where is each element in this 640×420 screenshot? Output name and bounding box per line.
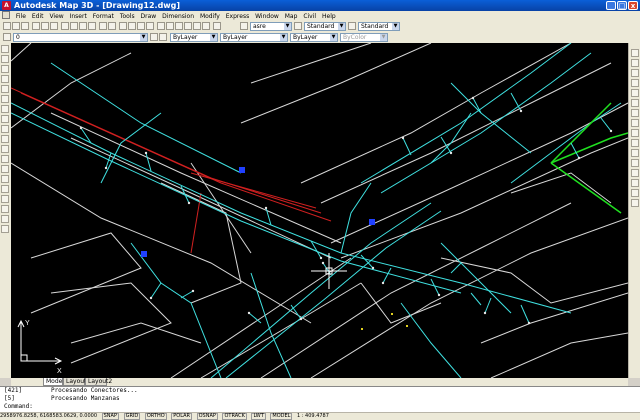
hatch-icon[interactable] (1, 185, 9, 193)
zoom-realtime-icon[interactable] (128, 22, 136, 30)
polyline-icon[interactable] (1, 65, 9, 73)
cut-icon[interactable] (61, 22, 69, 30)
undo-icon[interactable] (99, 22, 107, 30)
drawing-art: Y X (10, 42, 629, 379)
ellipse-icon[interactable] (1, 135, 9, 143)
table-icon[interactable] (1, 215, 9, 223)
erase-icon[interactable] (631, 49, 639, 57)
copy-icon[interactable] (70, 22, 78, 30)
open-icon[interactable] (12, 22, 20, 30)
layout-tabs: Model Layout1 Layout2 (11, 378, 628, 386)
insert-block-icon[interactable] (1, 155, 9, 163)
plotstyle-select[interactable]: ByColor ▼ (340, 33, 388, 42)
gradient-icon[interactable] (1, 195, 9, 203)
dim-style-select[interactable]: Standard ▼ (304, 22, 346, 31)
help-icon[interactable] (213, 22, 221, 30)
layer-select[interactable]: 0 ▼ (13, 33, 148, 42)
window-title: Autodesk Map 3D - [Drawing12.dwg] (14, 1, 181, 10)
circle-icon[interactable] (1, 105, 9, 113)
text-style-icon[interactable] (240, 22, 248, 30)
modify-toolbar (628, 43, 640, 378)
command-history-line: [421] Procesando Conectores... (4, 387, 138, 394)
command-prompt[interactable]: Command: (0, 403, 640, 411)
new-icon[interactable] (3, 22, 11, 30)
scale-icon[interactable] (631, 119, 639, 127)
text-style-select[interactable]: asre ▼ (250, 22, 292, 31)
break-icon[interactable] (631, 159, 639, 167)
construction-line-icon[interactable] (1, 55, 9, 63)
design-center-icon[interactable] (166, 22, 174, 30)
mirror-icon[interactable] (631, 69, 639, 77)
tab-layout1[interactable]: Layout1 (63, 378, 90, 386)
sheet-set-icon[interactable] (184, 22, 192, 30)
publish-icon[interactable] (50, 22, 58, 30)
drawing-canvas[interactable]: Y X (10, 42, 629, 379)
join-icon[interactable] (631, 169, 639, 177)
app-icon: A (2, 1, 11, 10)
menu-bar: File Edit View Insert Format Tools Draw … (0, 11, 640, 21)
spline-icon[interactable] (1, 125, 9, 133)
paste-icon[interactable] (79, 22, 87, 30)
ucs-y-label: Y (25, 320, 30, 327)
preview-icon[interactable] (41, 22, 49, 30)
pan-icon[interactable] (119, 22, 127, 30)
stretch-icon[interactable] (631, 129, 639, 137)
chamfer-icon[interactable] (631, 179, 639, 187)
quickcalc-icon[interactable] (202, 22, 210, 30)
ellipse-arc-icon[interactable] (1, 145, 9, 153)
copy-object-icon[interactable] (631, 59, 639, 67)
point-icon[interactable] (1, 175, 9, 183)
color-select[interactable]: ByLayer ▼ (170, 33, 218, 42)
linetype-select[interactable]: ByLayer ▼ (220, 33, 288, 42)
move-icon[interactable] (631, 99, 639, 107)
document-icon[interactable] (2, 11, 10, 19)
make-current-icon[interactable] (150, 33, 158, 41)
make-block-icon[interactable] (1, 165, 9, 173)
array-icon[interactable] (631, 89, 639, 97)
offset-icon[interactable] (631, 79, 639, 87)
region-icon[interactable] (1, 205, 9, 213)
dim-style-icon[interactable] (294, 22, 302, 30)
zoom-previous-icon[interactable] (146, 22, 154, 30)
rotate-icon[interactable] (631, 109, 639, 117)
zoom-window-icon[interactable] (137, 22, 145, 30)
extend-icon[interactable] (631, 149, 639, 157)
trim-icon[interactable] (631, 139, 639, 147)
markup-icon[interactable] (193, 22, 201, 30)
command-window[interactable]: [421] Procesando Conectores... [5] Proce… (0, 386, 640, 413)
lineweight-select[interactable]: ByLayer ▼ (290, 33, 338, 42)
tab-layout2[interactable]: Layout2 (85, 378, 112, 386)
revision-cloud-icon[interactable] (1, 115, 9, 123)
match-properties-icon[interactable] (88, 22, 96, 30)
close-button[interactable]: x (628, 1, 638, 10)
arc-icon[interactable] (1, 95, 9, 103)
table-style-icon[interactable] (348, 22, 356, 30)
print-icon[interactable] (32, 22, 40, 30)
rectangle-icon[interactable] (1, 85, 9, 93)
line-icon[interactable] (1, 45, 9, 53)
multiline-text-icon[interactable] (1, 225, 9, 233)
properties-icon[interactable] (157, 22, 165, 30)
title-bar: A Autodesk Map 3D - [Drawing12.dwg] _ □ … (0, 0, 640, 11)
command-history-line: [5] Procesando Manzanas (4, 395, 120, 402)
polygon-icon[interactable] (1, 75, 9, 83)
ucs-x-label: X (57, 368, 62, 375)
maximize-button[interactable]: □ (617, 1, 627, 10)
save-icon[interactable] (21, 22, 29, 30)
layer-manager-icon[interactable] (3, 33, 11, 41)
explode-icon[interactable] (631, 199, 639, 207)
table-style-select[interactable]: Standard ▼ (358, 22, 400, 31)
fillet-icon[interactable] (631, 189, 639, 197)
tab-model[interactable]: Model (43, 378, 64, 386)
layer-previous-icon[interactable] (159, 33, 167, 41)
redo-icon[interactable] (108, 22, 116, 30)
tool-palettes-icon[interactable] (175, 22, 183, 30)
minimize-button[interactable]: _ (606, 1, 616, 10)
